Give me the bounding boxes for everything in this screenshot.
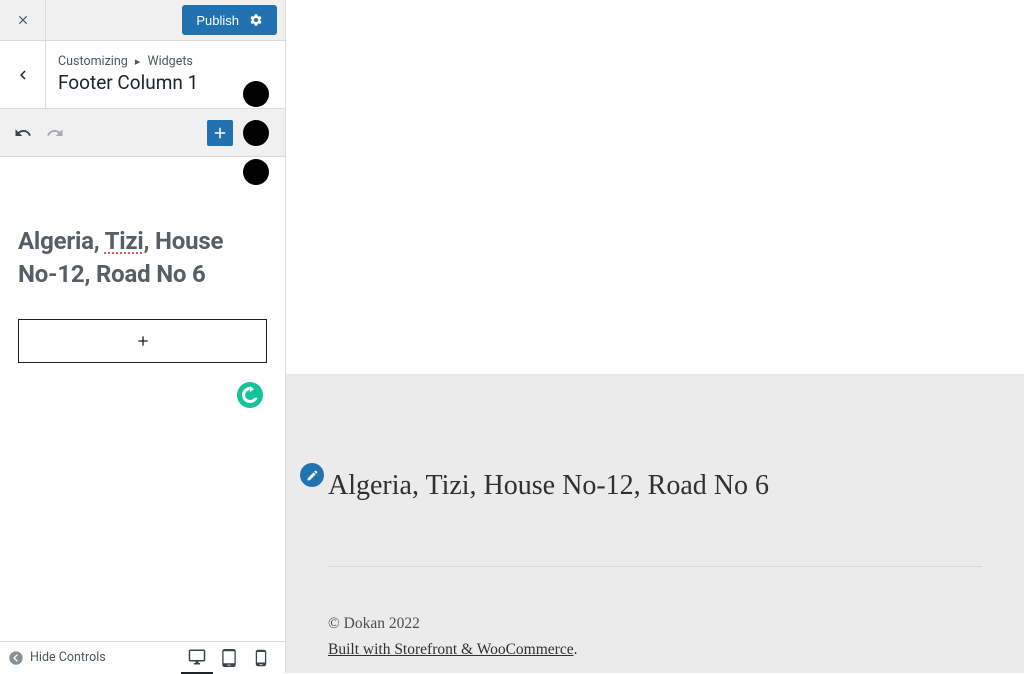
- crumb-customizing: Customizing: [58, 54, 128, 69]
- block-appender[interactable]: [18, 319, 267, 363]
- plus-icon: [135, 333, 151, 349]
- crumb-widgets: Widgets: [148, 54, 193, 69]
- redo-button[interactable]: [42, 120, 68, 146]
- device-desktop-button[interactable]: [181, 642, 213, 674]
- pencil-icon: [306, 469, 319, 482]
- preview-footer: Algeria, Tizi, House No-12, Road No 6 © …: [286, 374, 1024, 673]
- tablet-icon: [220, 649, 238, 667]
- device-mobile-button[interactable]: [245, 642, 277, 674]
- close-button[interactable]: [0, 0, 46, 40]
- heading-block[interactable]: Algeria, Tizi, House No-12, Road No 6: [18, 225, 267, 291]
- customizer-sidebar: Publish Customizing ▸ Widgets Footer Col…: [0, 0, 286, 673]
- undo-button[interactable]: [10, 120, 36, 146]
- footer-bar: Hide Controls: [0, 641, 285, 673]
- hide-controls-label: Hide Controls: [30, 650, 106, 665]
- crumb-separator: ▸: [135, 55, 141, 68]
- copyright-text: © Dokan 2022: [328, 615, 982, 633]
- chevron-left-circle-icon: [8, 650, 24, 666]
- credits-link[interactable]: Built with Storefront & WooCommerce: [328, 641, 574, 658]
- header-bar: Publish: [0, 0, 285, 41]
- publish-button[interactable]: Publish: [182, 5, 277, 35]
- chevron-left-icon: [14, 66, 32, 84]
- device-tablet-button[interactable]: [213, 642, 245, 674]
- preview-divider: [328, 566, 982, 567]
- redo-icon: [46, 124, 64, 142]
- more-options-button[interactable]: [243, 120, 269, 146]
- grammarly-badge[interactable]: [237, 382, 263, 408]
- heading-part1: Algeria,: [18, 227, 105, 255]
- section-titles: Customizing ▸ Widgets Footer Column 1: [46, 41, 210, 108]
- publish-label: Publish: [196, 13, 239, 28]
- add-block-button[interactable]: [207, 120, 233, 146]
- undo-icon: [14, 124, 32, 142]
- preview-pane: Algeria, Tizi, House No-12, Road No 6 © …: [286, 0, 1024, 673]
- breadcrumb: Customizing ▸ Widgets: [58, 54, 198, 69]
- mobile-icon: [252, 649, 270, 667]
- heading-tizi: Tizi: [105, 227, 144, 255]
- edit-shortcut-button[interactable]: [300, 463, 324, 487]
- gear-icon: [249, 13, 263, 27]
- plus-icon: [211, 124, 229, 142]
- desktop-icon: [188, 648, 206, 666]
- hide-controls-button[interactable]: Hide Controls: [8, 650, 106, 666]
- editor-body: Algeria, Tizi, House No-12, Road No 6: [0, 157, 285, 641]
- close-icon: [16, 13, 30, 27]
- credits-suffix: .: [574, 641, 578, 658]
- section-title: Footer Column 1: [58, 71, 198, 94]
- block-toolbar: [0, 109, 285, 157]
- grammarly-icon: [237, 382, 263, 408]
- back-button[interactable]: [0, 41, 46, 108]
- credits-line: Built with Storefront & WooCommerce.: [328, 639, 982, 659]
- preview-heading: Algeria, Tizi, House No-12, Road No 6: [328, 470, 982, 502]
